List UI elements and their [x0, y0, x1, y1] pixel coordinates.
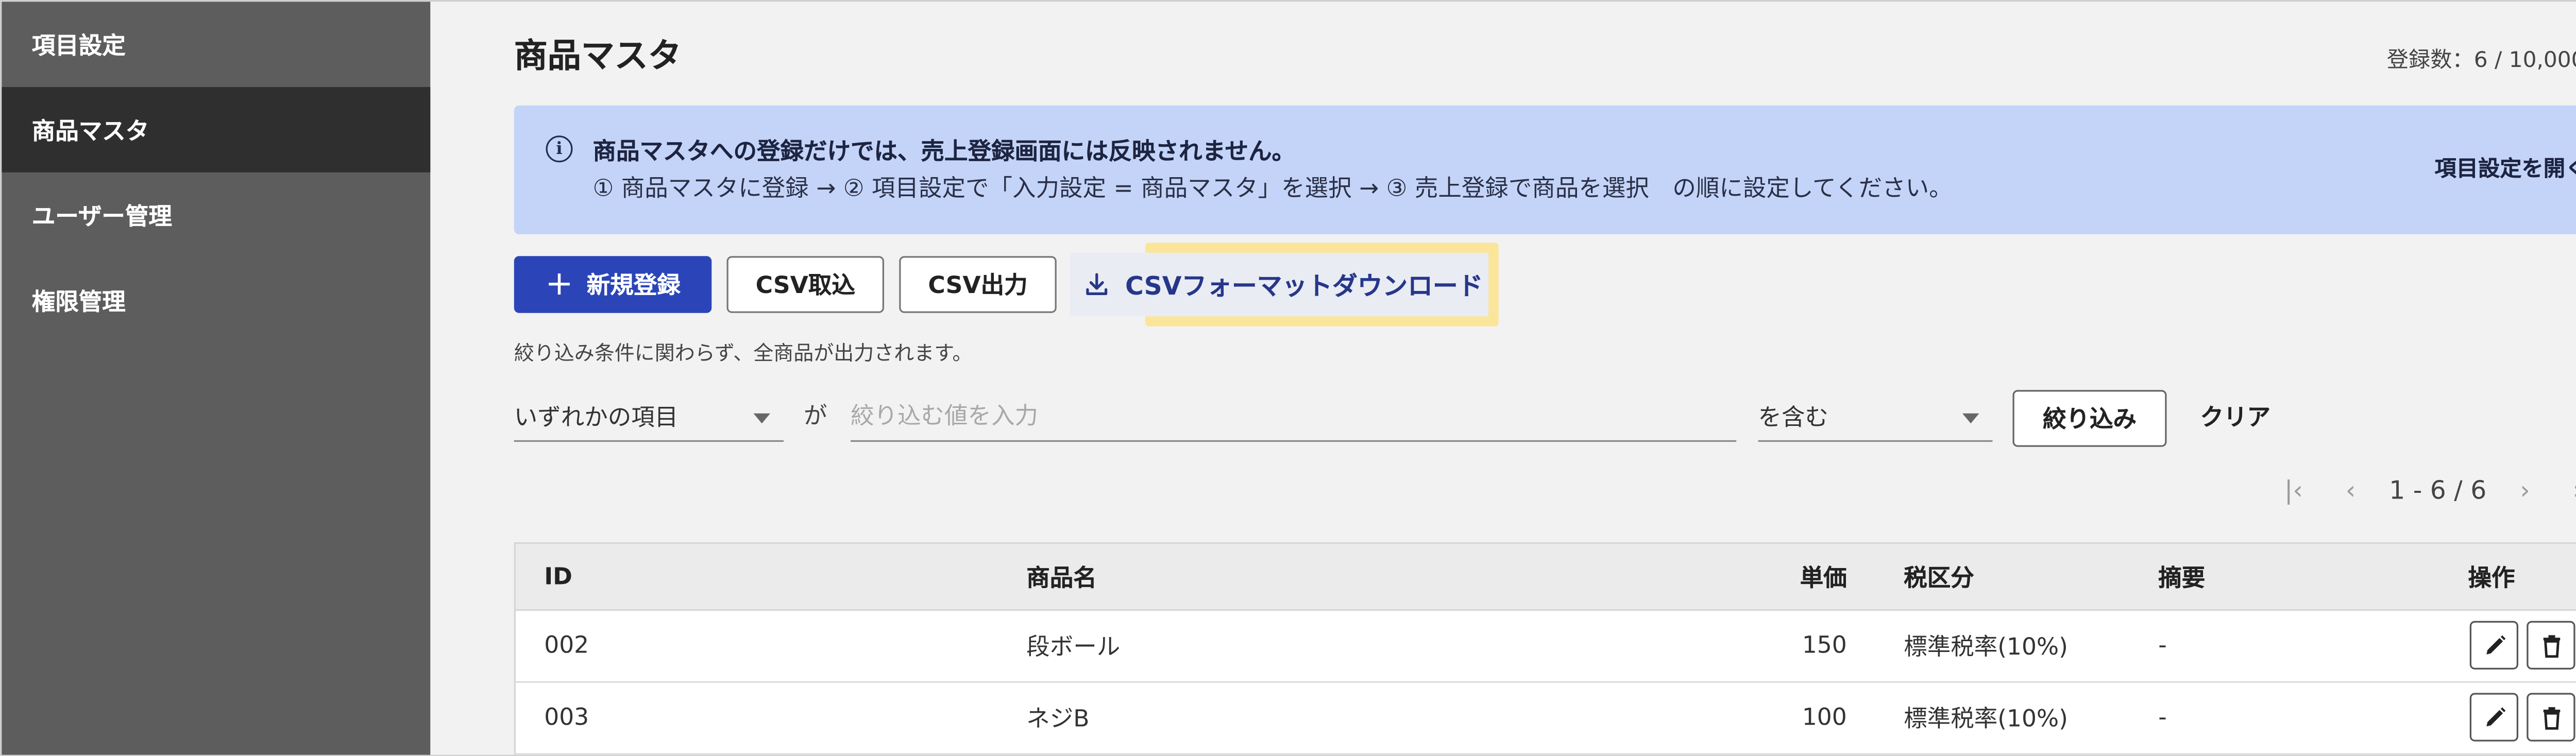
sidebar-item-label: 商品マスタ: [31, 118, 149, 145]
cell-tax: 標準税率(10%): [1904, 634, 2068, 661]
row-actions: [2469, 621, 2575, 669]
csv-format-download-link[interactable]: CSVフォーマットダウンロード: [1070, 252, 1489, 317]
chevron-down-icon: [753, 413, 770, 424]
sidebar-item-label: ユーザー管理: [31, 203, 172, 230]
sidebar-item-label: 権限管理: [31, 288, 126, 316]
csv-format-download-label: CSVフォーマットダウンロード: [1125, 270, 1483, 301]
header-tax[interactable]: 税区分: [1904, 544, 1974, 609]
app-window: 項目設定 商品マスタ ユーザー管理 権限管理 商品マスタ 登録数：6 / 10,…: [0, 0, 2576, 756]
cell-id: 003: [544, 705, 589, 732]
plus-icon: +: [545, 263, 573, 303]
next-page-icon[interactable]: ›: [2497, 475, 2554, 506]
clear-button[interactable]: クリア: [2200, 400, 2271, 434]
page-title: 商品マスタ: [514, 35, 682, 76]
cell-memo: -: [2158, 705, 2167, 732]
sidebar-item-label: 項目設定: [31, 32, 126, 60]
delete-button[interactable]: [2527, 621, 2575, 669]
info-title: 商品マスタへの登録だけでは、売上登録画面には反映されません。: [592, 139, 1296, 166]
delete-button[interactable]: [2527, 693, 2575, 742]
new-registration-label: 新規登録: [586, 272, 681, 300]
row-actions: [2469, 693, 2575, 742]
cell-price: 150: [1802, 632, 1847, 660]
cell-memo: -: [2158, 632, 2167, 660]
header-ops: 操作: [2468, 564, 2515, 592]
sidebar-item-field-settings[interactable]: 項目設定: [2, 2, 430, 87]
info-body: ① 商品マスタに登録 → ② 項目設定で「入力設定 = 商品マスタ」を選択 → …: [592, 176, 1953, 203]
sidebar-item-product-master[interactable]: 商品マスタ: [2, 87, 431, 173]
open-field-settings-link[interactable]: 項目設定を開く: [2434, 151, 2576, 183]
filter-value-input[interactable]: [851, 391, 1737, 442]
condition-select[interactable]: を含む: [1758, 392, 1993, 442]
header-memo[interactable]: 摘要: [2158, 544, 2205, 609]
csv-import-button[interactable]: CSV取込: [726, 256, 884, 313]
header-id[interactable]: ID: [544, 544, 572, 609]
filter-connector: が: [804, 403, 827, 431]
sidebar: 項目設定 商品マスタ ユーザー管理 権限管理: [2, 2, 431, 755]
first-page-icon[interactable]: |‹: [2265, 475, 2323, 506]
registration-count: 登録数：6 / 10,000 件: [2386, 48, 2576, 74]
chevron-down-icon: [1962, 413, 1979, 424]
field-select[interactable]: いずれかの項目: [514, 392, 784, 442]
table-row: 003 ネジB 100 標準税率(10%) -: [516, 683, 2576, 755]
main-content: 商品マスタ 登録数：6 / 10,000 件 i 商品マスタへの登録だけでは、売…: [430, 2, 2576, 755]
condition-select-value: を含む: [1758, 404, 1829, 431]
sidebar-item-permission-management[interactable]: 権限管理: [2, 258, 430, 343]
info-icon: i: [546, 135, 573, 163]
export-note: 絞り込み条件に関わらず、全商品が出力されます。: [514, 341, 973, 365]
filter-button[interactable]: 絞り込み: [2012, 390, 2167, 447]
last-page-icon[interactable]: ›|: [2553, 475, 2576, 506]
cell-tax: 標準税率(10%): [1904, 706, 2068, 733]
pencil-icon: [2485, 634, 2505, 654]
sidebar-item-user-management[interactable]: ユーザー管理: [2, 173, 430, 258]
edit-button[interactable]: [2469, 621, 2518, 669]
pencil-icon: [2485, 706, 2505, 726]
header-price[interactable]: 単価: [1800, 544, 1847, 609]
field-select-value: いずれかの項目: [514, 404, 679, 431]
trash-icon: [2543, 634, 2560, 657]
product-table: ID 商品名 単価 税区分 摘要 操作 002 段ボール 150 標準税率(10…: [514, 542, 2576, 755]
cell-name: 段ボール: [1026, 634, 1121, 661]
prev-page-icon[interactable]: ‹: [2322, 475, 2379, 506]
pagination: |‹ ‹ 1 - 6 / 6 › ›|: [2265, 475, 2576, 506]
table-header: ID 商品名 単価 税区分 摘要 操作: [516, 544, 2576, 611]
cell-name: ネジB: [1026, 706, 1090, 733]
table-row: 002 段ボール 150 標準税率(10%) -: [516, 611, 2576, 683]
info-banner: i 商品マスタへの登録だけでは、売上登録画面には反映されません。 ① 商品マスタ…: [514, 105, 2576, 234]
cell-price: 100: [1802, 705, 1847, 732]
edit-button[interactable]: [2469, 693, 2518, 742]
cell-id: 002: [544, 632, 589, 660]
download-icon: [1083, 271, 1110, 298]
csv-export-button[interactable]: CSV出力: [899, 256, 1057, 313]
page-range: 1 - 6 / 6: [2389, 475, 2487, 506]
trash-icon: [2543, 706, 2560, 729]
new-registration-button[interactable]: + 新規登録: [514, 256, 712, 313]
header-name[interactable]: 商品名: [1026, 544, 1097, 609]
